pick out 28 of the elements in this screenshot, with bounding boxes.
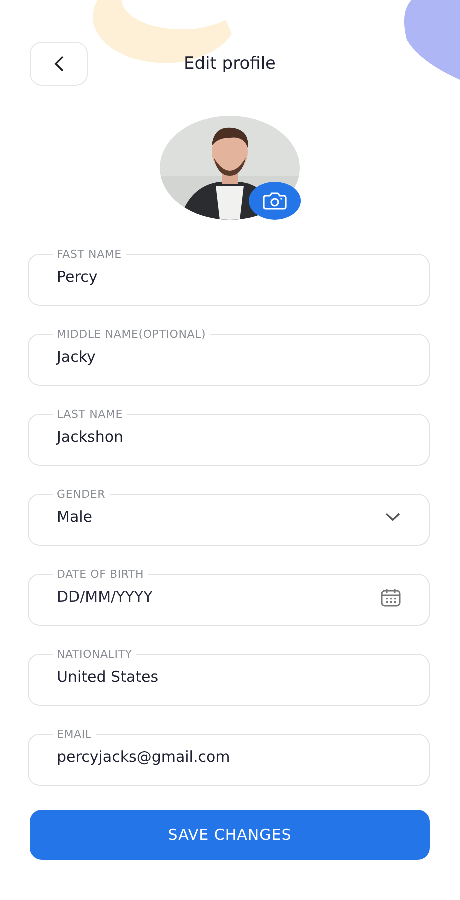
page-title: Edit profile xyxy=(184,54,276,74)
field-value: Jackshon xyxy=(57,427,124,447)
input-field[interactable]: MIDDLE NAME(OPTIONAL) Jacky xyxy=(28,328,430,386)
field-label: MIDDLE NAME(OPTIONAL) xyxy=(56,328,208,341)
camera-icon xyxy=(263,192,287,210)
save-changes-button[interactable]: SAVE CHANGES xyxy=(30,810,430,860)
field-value: Jacky xyxy=(57,347,96,367)
chevron-down-icon xyxy=(385,512,401,522)
back-icon xyxy=(53,55,65,73)
calendar-icon xyxy=(381,588,401,606)
field-label: DATE OF BIRTH xyxy=(56,568,146,581)
input-field[interactable]: LAST NAME Jackshon xyxy=(28,408,430,466)
field-label: LAST NAME xyxy=(56,408,124,421)
input-field[interactable]: NATIONALITY United States xyxy=(28,648,430,706)
field-placeholder: DD/MM/YYYY xyxy=(57,587,153,607)
field-value: United States xyxy=(57,667,159,687)
date-field[interactable]: DATE OF BIRTH DD/MM/YYYY xyxy=(28,568,430,626)
input-field[interactable]: FAST NAME Percy xyxy=(28,248,430,306)
field-value: Male xyxy=(57,507,93,527)
field-label: NATIONALITY xyxy=(56,648,134,661)
camera-button[interactable] xyxy=(249,182,301,220)
field-label: GENDER xyxy=(56,488,107,501)
field-label: FAST NAME xyxy=(56,248,123,261)
input-field[interactable]: EMAIL percyjacks@gmail.com xyxy=(28,728,430,786)
field-value: percyjacks@gmail.com xyxy=(57,747,230,767)
field-label: EMAIL xyxy=(56,728,93,741)
gender-select[interactable]: GENDER Male xyxy=(28,488,430,546)
field-value: Percy xyxy=(57,267,98,287)
